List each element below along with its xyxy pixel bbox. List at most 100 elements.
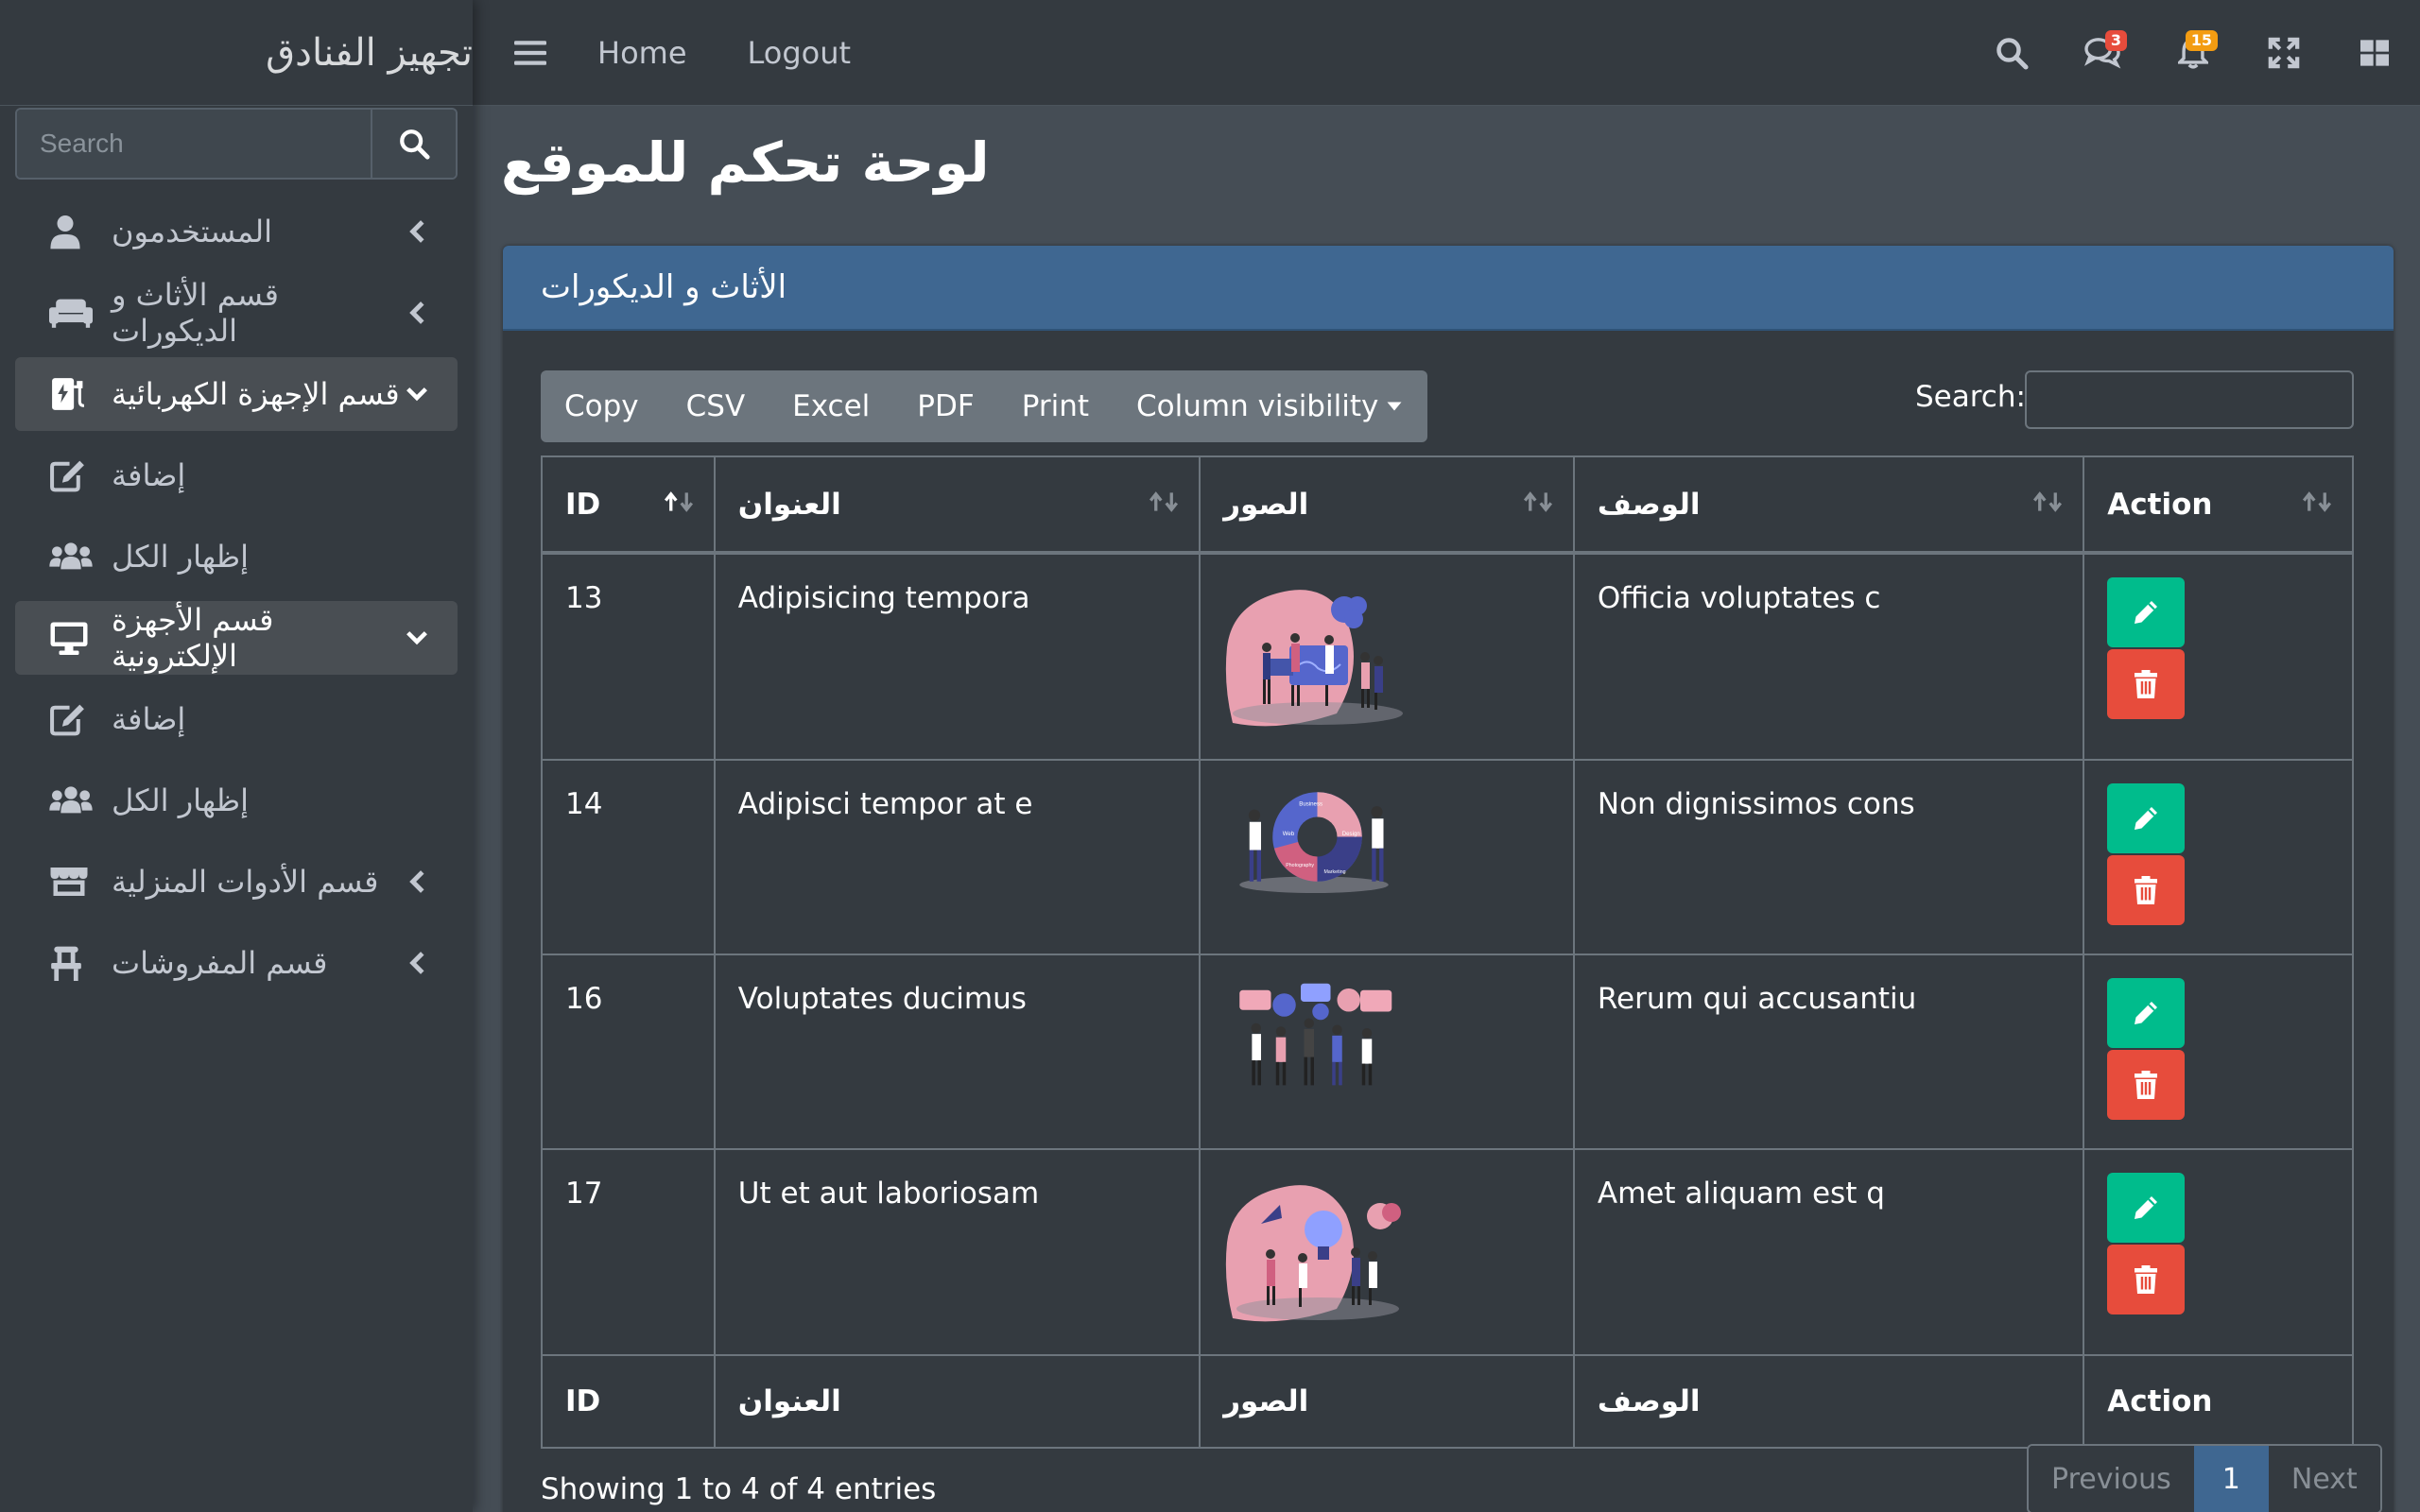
- sidebar-item-add-electrical[interactable]: إضافة: [15, 438, 458, 512]
- trash-icon: [2135, 670, 2158, 698]
- sidebar-search-input[interactable]: Search: [17, 110, 371, 178]
- page-1-button[interactable]: 1: [2193, 1446, 2269, 1512]
- delete-button[interactable]: [2107, 1245, 2186, 1314]
- fullscreen-button[interactable]: [2238, 0, 2329, 106]
- column-visibility-label: Column visibility: [1136, 389, 1379, 423]
- sidebar-item-furnishings[interactable]: قسم المفروشات: [15, 926, 458, 1000]
- export-buttons: Copy CSV Excel PDF Print Column visibili…: [541, 370, 1428, 442]
- speech-bubbles-illustration: [1239, 983, 1392, 1086]
- pagination: Previous 1 Next: [2027, 1444, 2382, 1512]
- grid-icon: [2360, 40, 2389, 66]
- sort-icon: [2030, 491, 2066, 512]
- hamburger-icon: [514, 40, 546, 65]
- sidebar-item-furniture[interactable]: قسم الأثاث و الديكورات: [15, 276, 458, 350]
- delete-button[interactable]: [2107, 649, 2186, 719]
- cell-title: Ut et aut laboriosam: [713, 1148, 1201, 1356]
- previous-page-button[interactable]: Previous: [2029, 1446, 2194, 1512]
- delete-button[interactable]: [2107, 1050, 2186, 1120]
- sidebar-item-label: إضافة: [112, 701, 186, 737]
- column-header-images[interactable]: الصور: [1199, 455, 1575, 555]
- sidebar-item-show-all-electronics[interactable]: إظهار الكل: [15, 764, 458, 837]
- table-row: 16 Voluptates ducimus Rerum qui accusant: [541, 954, 2354, 1150]
- sidebar-item-label: إظهار الكل: [112, 782, 250, 818]
- sidebar-item-electronics[interactable]: قسم الأجهزة الإلكترونية: [15, 601, 458, 675]
- sidebar-search-button[interactable]: [371, 110, 456, 178]
- desktop-icon: [49, 619, 96, 657]
- footer-images: الصور: [1199, 1354, 1575, 1449]
- column-header-description[interactable]: الوصف: [1572, 455, 2085, 555]
- cell-title: Adipisci tempor at e: [713, 759, 1201, 955]
- cell-image: [1199, 1148, 1575, 1356]
- pdf-button[interactable]: PDF: [893, 370, 997, 442]
- idea-bulb-illustration: [1226, 1185, 1402, 1322]
- notifications-badge: 15: [2185, 30, 2218, 51]
- wheel-label: Photography: [1286, 863, 1314, 868]
- chevron-left-icon: [403, 301, 431, 325]
- sidebar-search: Search: [15, 108, 458, 180]
- column-header-id[interactable]: ID: [541, 455, 716, 555]
- print-button[interactable]: Print: [998, 370, 1113, 442]
- search-icon: [1996, 38, 2029, 70]
- wheel-label: Marketing: [1324, 869, 1346, 875]
- column-visibility-button[interactable]: Column visibility: [1113, 370, 1427, 442]
- messages-badge: 3: [2104, 30, 2127, 51]
- next-page-button[interactable]: Next: [2268, 1446, 2380, 1512]
- sidebar-item-household[interactable]: قسم الأدوات المنزلية: [15, 845, 458, 919]
- trash-icon: [2135, 1071, 2158, 1099]
- pencil-icon: [2135, 601, 2158, 624]
- sidebar-item-label: قسم الأثاث و الديكورات: [112, 277, 279, 349]
- data-card: الأثاث و الديكورات Copy CSV Excel PDF Pr…: [503, 246, 2394, 1512]
- sidebar-item-label: قسم الأجهزة الإلكترونية: [112, 602, 274, 674]
- wheel-label: Design: [1342, 831, 1360, 837]
- top-search-button[interactable]: [1966, 0, 2057, 106]
- table-footer-row: ID العنوان الصور الوصف Action: [541, 1354, 2354, 1449]
- cell-id: 14: [541, 759, 716, 955]
- sidebar-item-label: إظهار الكل: [112, 539, 250, 575]
- cell-image: [1199, 954, 1575, 1150]
- csv-button[interactable]: CSV: [663, 370, 769, 442]
- edit-button[interactable]: [2107, 978, 2186, 1048]
- edit-button[interactable]: [2107, 783, 2186, 853]
- sidebar-item-electrical[interactable]: قسم الإجهزة الكهربائية: [15, 357, 458, 431]
- edit-icon: [49, 456, 96, 494]
- column-header-label: الوصف: [1597, 487, 1701, 522]
- edit-button[interactable]: [2107, 1173, 2186, 1243]
- sidebar-item-show-all-electrical[interactable]: إظهار الكل: [15, 520, 458, 593]
- column-header-title[interactable]: العنوان: [713, 455, 1201, 555]
- charging-station-icon: [49, 375, 96, 413]
- delete-button[interactable]: [2107, 855, 2186, 925]
- cell-description: Amet aliquam est q: [1572, 1148, 2085, 1356]
- sidebar-item-label: المستخدمون: [112, 214, 272, 249]
- notifications-button[interactable]: 15: [2148, 0, 2238, 106]
- messages-button[interactable]: 3: [2057, 0, 2148, 106]
- table-row: 13 Adipisicing tempora Officia voluptate…: [541, 552, 2354, 761]
- trash-icon: [2135, 876, 2158, 904]
- sidebar-item-users[interactable]: المستخدمون: [15, 195, 458, 268]
- user-icon: [49, 213, 96, 250]
- sidebar-item-add-electronics[interactable]: إضافة: [15, 682, 458, 756]
- brand-title[interactable]: تجهيز الفنادق: [0, 0, 473, 106]
- column-header-label: ID: [565, 487, 601, 522]
- expand-icon: [2268, 37, 2300, 69]
- sidebar: تجهيز الفنادق Search المستخدمون قسم الأث…: [0, 0, 473, 1512]
- sort-asc-icon: [661, 491, 697, 512]
- sort-icon: [2299, 491, 2335, 512]
- home-link[interactable]: Home: [597, 35, 687, 71]
- edit-button[interactable]: [2107, 577, 2186, 647]
- cell-id: 16: [541, 954, 716, 1150]
- table-search-input[interactable]: [2025, 370, 2354, 429]
- pencil-icon: [2135, 807, 2158, 830]
- copy-button[interactable]: Copy: [541, 370, 663, 442]
- excel-button[interactable]: Excel: [769, 370, 893, 442]
- sidebar-nav: المستخدمون قسم الأثاث و الديكورات قسم ال…: [15, 195, 458, 1007]
- column-header-action[interactable]: Action: [2083, 455, 2354, 555]
- logout-link[interactable]: Logout: [748, 35, 852, 71]
- menu-toggle-button[interactable]: [514, 39, 546, 67]
- control-sidebar-button[interactable]: [2329, 0, 2420, 106]
- wheel-label: Business: [1299, 800, 1322, 807]
- cell-id: 17: [541, 1148, 716, 1356]
- sidebar-item-label: قسم الأدوات المنزلية: [112, 864, 379, 900]
- sidebar-item-label: قسم المفروشات: [112, 945, 328, 981]
- sort-icon: [1146, 491, 1182, 512]
- column-header-label: الصور: [1223, 487, 1309, 522]
